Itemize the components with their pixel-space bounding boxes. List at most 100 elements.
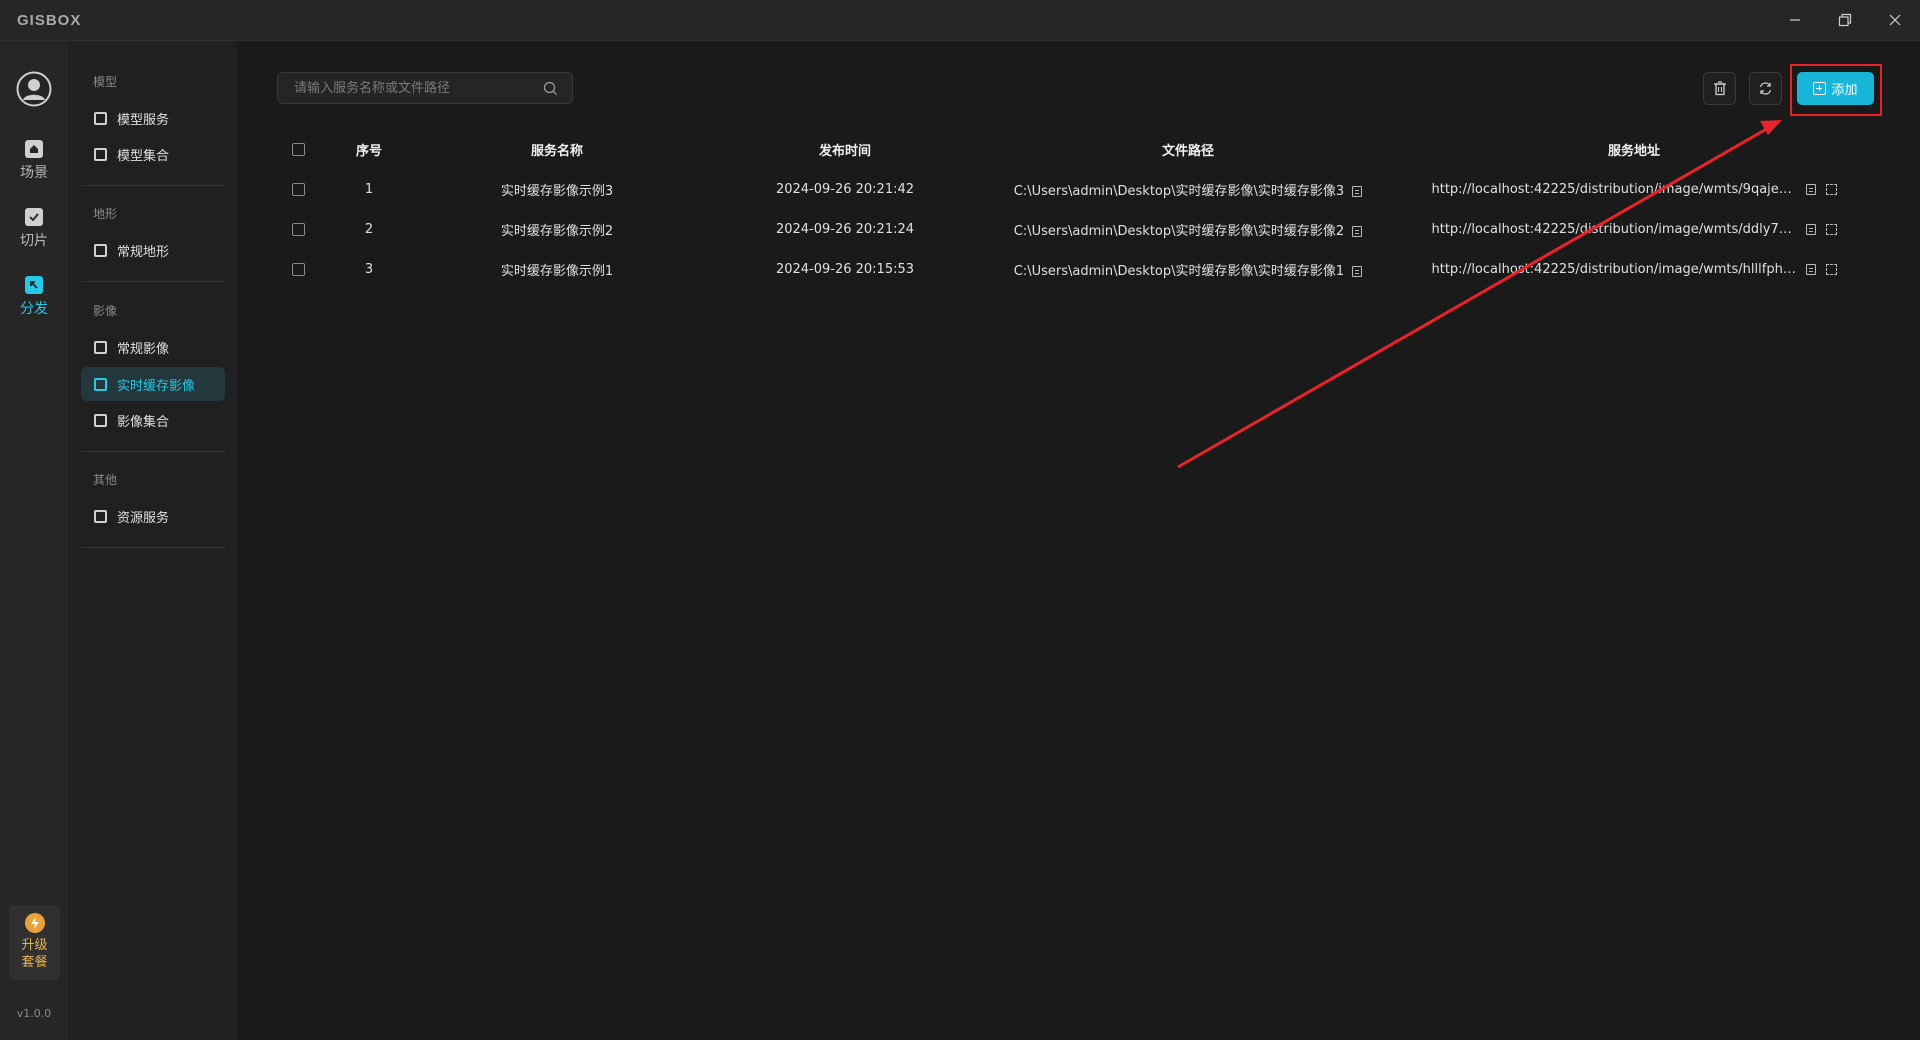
close-button[interactable]: [1882, 8, 1908, 32]
restore-button[interactable]: [1832, 8, 1858, 32]
row-checkbox[interactable]: [291, 182, 305, 196]
group-title-imagery: 影像: [93, 304, 118, 318]
version-label: v1.0.0: [16, 1007, 52, 1020]
delete-button[interactable]: [1703, 72, 1736, 105]
row-service-url: http://localhost:42225/distribution/imag…: [1431, 261, 1798, 277]
search-input[interactable]: [278, 73, 528, 103]
row-publish-time: 2024-09-26 20:15:53: [775, 261, 915, 277]
row-index: 1: [364, 181, 374, 197]
rail-item-label: 场景: [20, 165, 48, 181]
open-file-icon[interactable]: [1352, 225, 1363, 237]
column-header-time[interactable]: 发布时间: [695, 129, 995, 169]
sidebar-item-imagery[interactable]: 常规影像: [81, 330, 225, 364]
row-file-path-cell: C:\Users\admin\Desktop\实时缓存影像\实时缓存影像1: [995, 249, 1381, 289]
select-all-checkbox[interactable]: [291, 142, 305, 156]
divider: [81, 185, 225, 186]
trash-icon: [1713, 81, 1726, 96]
refresh-icon: [1759, 82, 1772, 95]
search-icon[interactable]: [543, 81, 558, 96]
close-icon: [1889, 14, 1901, 26]
row-url-cell: http://localhost:42225/distribution/imag…: [1381, 249, 1887, 289]
row-file-path-cell: C:\Users\admin\Desktop\实时缓存影像\实时缓存影像3: [995, 169, 1381, 209]
row-index: 2: [364, 221, 374, 237]
column-header-url[interactable]: 服务地址: [1381, 129, 1887, 169]
sidebar-item-terrain[interactable]: 常规地形: [81, 233, 225, 267]
row-file-path: C:\Users\admin\Desktop\实时缓存影像\实时缓存影像2: [1013, 223, 1345, 239]
sidebar-item-resource-service[interactable]: 资源服务: [81, 499, 225, 533]
sidebar-item-realtime-cache-imagery[interactable]: 实时缓存影像: [81, 367, 225, 401]
upgrade-plan-button[interactable]: 升级 套餐: [9, 905, 60, 980]
row-service-name: 实时缓存影像示例3: [500, 183, 614, 199]
sidebar-item-model-service[interactable]: 模型服务: [81, 101, 225, 135]
terrain-icon: [94, 243, 107, 257]
model-collection-icon: [94, 147, 107, 161]
rail-item-slice[interactable]: 切片: [0, 208, 68, 250]
nav-rail: 场景 切片 分发 升级 套餐 v1.0.0: [0, 41, 68, 1040]
resource-service-icon: [94, 509, 107, 523]
column-header-path[interactable]: 文件路径: [995, 129, 1381, 169]
row-file-path: C:\Users\admin\Desktop\实时缓存影像\实时缓存影像3: [1013, 183, 1345, 199]
row-file-path: C:\Users\admin\Desktop\实时缓存影像\实时缓存影像1: [1013, 263, 1345, 279]
realtime-imagery-icon: [94, 377, 107, 391]
restore-icon: [1838, 13, 1852, 27]
annotation-highlight-box: [1790, 64, 1882, 116]
open-file-icon[interactable]: [1352, 265, 1363, 277]
divider: [81, 281, 225, 282]
minimize-button[interactable]: [1782, 8, 1808, 32]
rail-item-label: 分发: [20, 301, 48, 317]
table-header-row: 序号 服务名称 发布时间 文件路径 服务地址: [277, 129, 1887, 169]
row-checkbox[interactable]: [291, 222, 305, 236]
divider: [81, 451, 225, 452]
open-file-icon[interactable]: [1352, 185, 1363, 197]
sidebar-item-label: 实时缓存影像: [117, 378, 196, 394]
distribute-icon: [25, 276, 43, 294]
sidebar-item-label: 资源服务: [117, 510, 170, 526]
sidebar-item-imagery-collection[interactable]: 影像集合: [81, 403, 225, 437]
minimize-icon: [1790, 19, 1800, 21]
table-row[interactable]: 3 实时缓存影像示例1 2024-09-26 20:15:53 C:\Users…: [277, 249, 1887, 289]
row-service-name: 实时缓存影像示例1: [500, 263, 614, 279]
group-title-other: 其他: [93, 473, 118, 487]
copy-icon[interactable]: [1805, 263, 1816, 275]
upgrade-label-line2: 套餐: [21, 955, 48, 970]
preview-icon[interactable]: [1825, 263, 1837, 275]
upgrade-label-line1: 升级: [21, 938, 48, 953]
row-publish-time: 2024-09-26 20:21:42: [775, 181, 915, 197]
home-icon: [25, 140, 43, 158]
row-url-cell: http://localhost:42225/distribution/imag…: [1381, 169, 1887, 209]
title-bar: GISBOX: [0, 0, 1920, 41]
imagery-collection-icon: [94, 413, 107, 427]
table-row[interactable]: 2 实时缓存影像示例2 2024-09-26 20:21:24 C:\Users…: [277, 209, 1887, 249]
row-service-url: http://localhost:42225/distribution/imag…: [1431, 221, 1798, 237]
imagery-icon: [94, 340, 107, 354]
column-header-index[interactable]: 序号: [319, 129, 419, 169]
row-publish-time: 2024-09-26 20:21:24: [775, 221, 915, 237]
copy-icon[interactable]: [1805, 183, 1816, 195]
column-header-name[interactable]: 服务名称: [419, 129, 695, 169]
row-service-name: 实时缓存影像示例2: [500, 223, 614, 239]
sidebar-item-label: 常规地形: [117, 244, 170, 260]
preview-icon[interactable]: [1825, 183, 1837, 195]
rail-item-distribute[interactable]: 分发: [0, 276, 68, 318]
sidebar-item-label: 常规影像: [117, 341, 170, 357]
avatar-icon[interactable]: [16, 71, 52, 107]
divider: [81, 547, 225, 548]
sidebar-item-model-collection[interactable]: 模型集合: [81, 137, 225, 171]
select-all-cell: [277, 129, 319, 169]
slice-icon: [25, 208, 43, 226]
row-index: 3: [364, 261, 374, 277]
row-file-path-cell: C:\Users\admin\Desktop\实时缓存影像\实时缓存影像2: [995, 209, 1381, 249]
table-row[interactable]: 1 实时缓存影像示例3 2024-09-26 20:21:42 C:\Users…: [277, 169, 1887, 209]
group-title-terrain: 地形: [93, 207, 118, 221]
main-content: 添加 序号 服务名称 发布时间 文件路径 服务地址 1: [237, 41, 1920, 1040]
sidebar-item-label: 模型服务: [117, 112, 170, 128]
sidebar: 模型 模型服务 模型集合 地形 常规地形 影像 常规影像 实时缓存影像 影像集合…: [68, 41, 237, 1040]
group-title-model: 模型: [93, 75, 118, 89]
lightning-icon: [24, 913, 45, 933]
model-service-icon: [94, 111, 107, 125]
rail-item-scene[interactable]: 场景: [0, 140, 68, 182]
copy-icon[interactable]: [1805, 223, 1816, 235]
preview-icon[interactable]: [1825, 223, 1837, 235]
refresh-button[interactable]: [1749, 72, 1782, 105]
row-checkbox[interactable]: [291, 262, 305, 276]
